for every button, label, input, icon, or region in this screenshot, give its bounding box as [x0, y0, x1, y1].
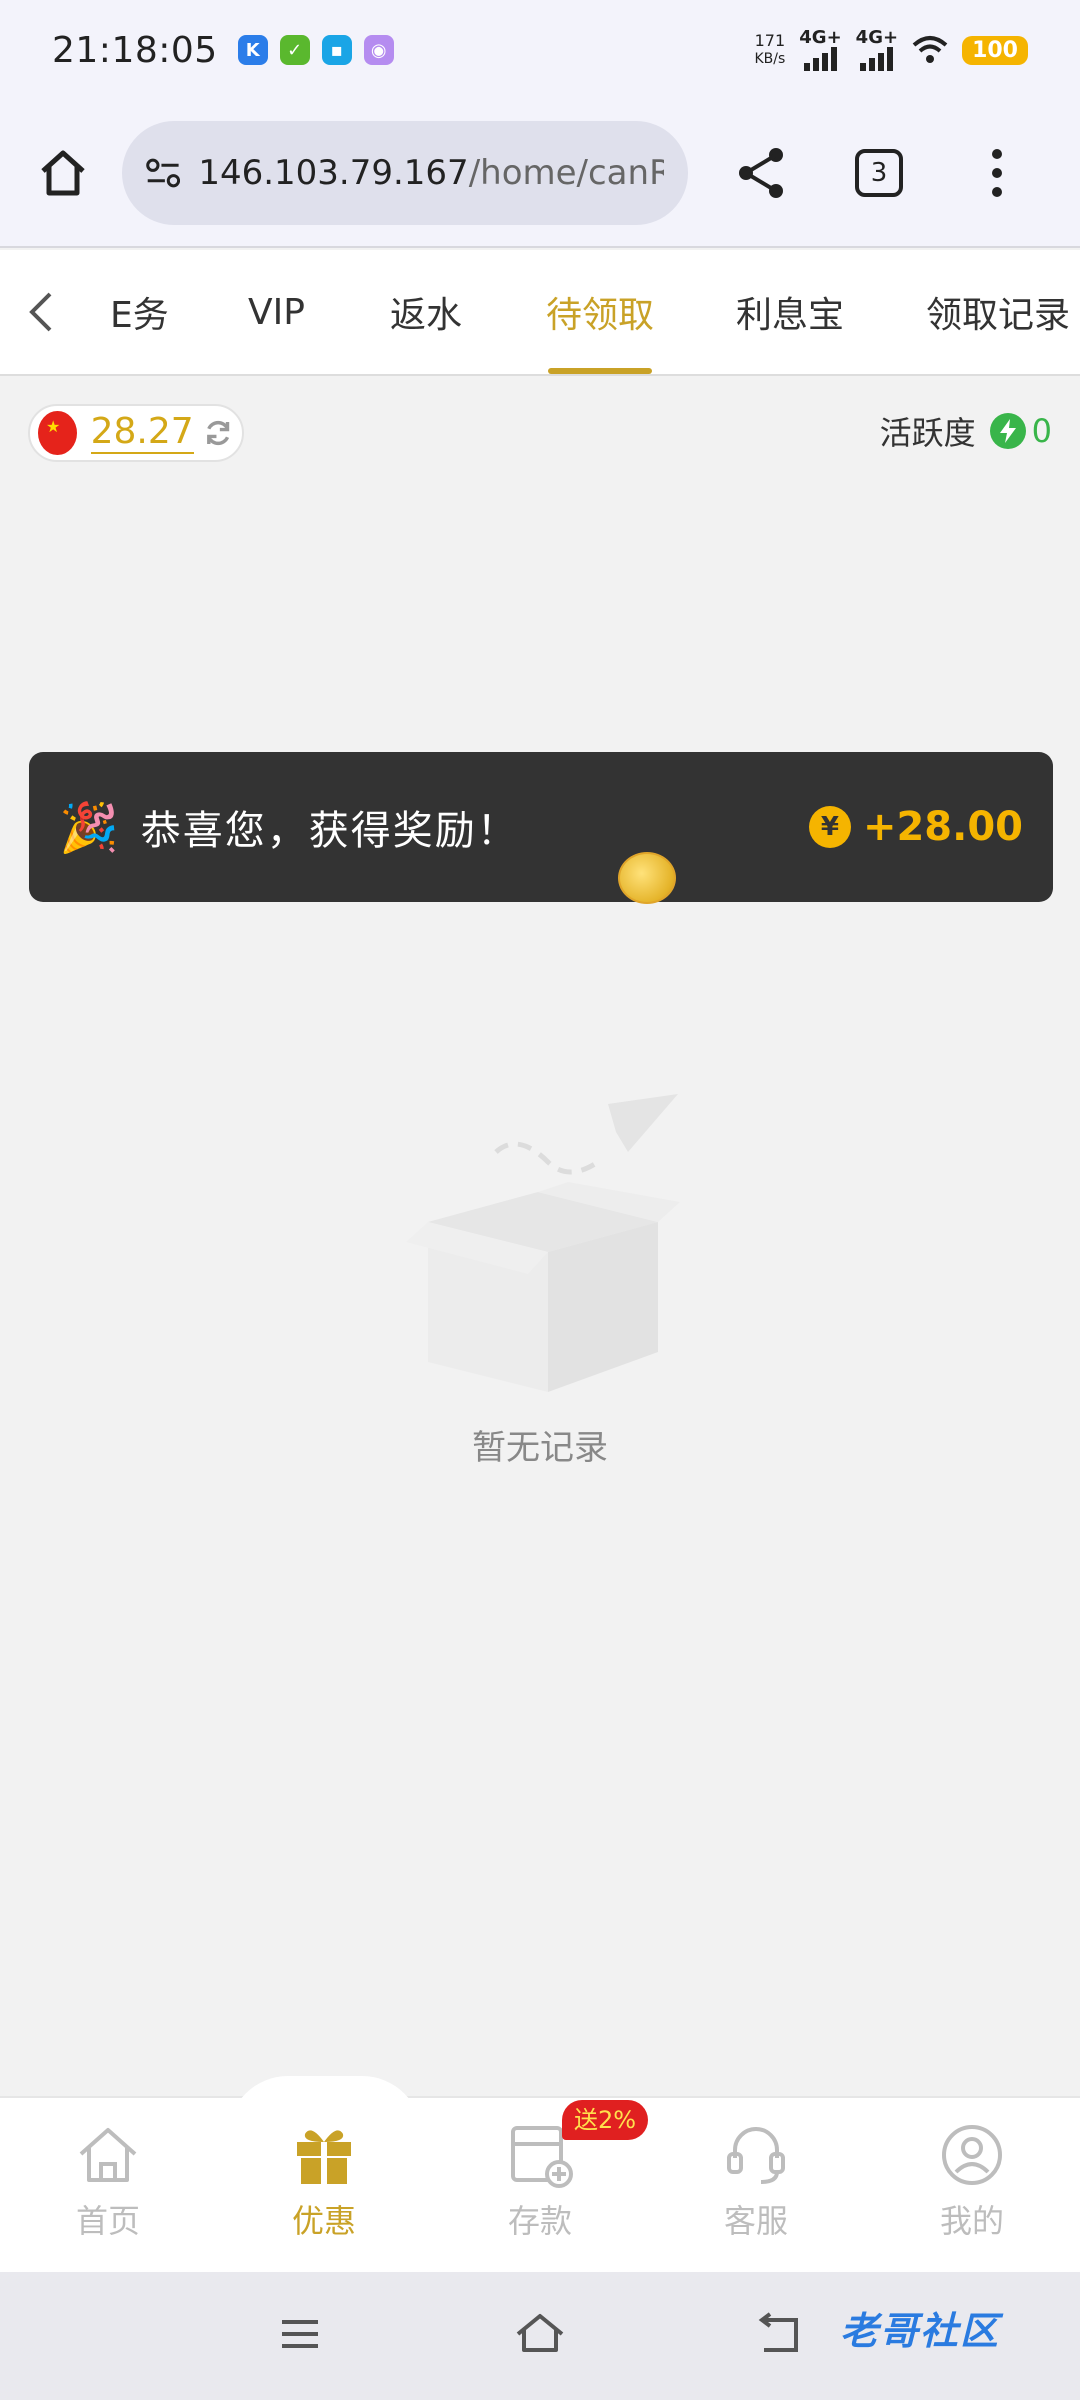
url-host: 146.103.79.167	[198, 153, 469, 193]
gift-icon	[297, 2130, 351, 2184]
tab-rebate[interactable]: 返水	[390, 250, 462, 374]
nav-deposit-label: 存款	[507, 2202, 572, 2240]
menu-icon[interactable]	[270, 2310, 330, 2360]
toast-message: 恭喜您，获得奖励！	[140, 808, 519, 854]
active-tab-indicator	[548, 368, 652, 374]
category-tabs: E务 VIP 返水 待领取 利息宝 领取记录	[0, 250, 1080, 376]
empty-state-text: 暂无记录	[472, 1428, 608, 1468]
activity-value: 0	[1031, 412, 1052, 450]
nav-profile-label: 我的	[939, 2202, 1004, 2240]
share-icon	[739, 148, 783, 198]
nav-home[interactable]: 首页	[38, 2120, 178, 2242]
battery-indicator: 100	[962, 35, 1028, 65]
checklist-app-icon: ✓	[279, 35, 310, 65]
nav-promotions[interactable]: 优惠	[254, 2120, 394, 2242]
net-speed-value: 171	[754, 31, 786, 50]
browser-menu-button[interactable]	[964, 140, 1030, 206]
tab-switcher-button[interactable]: 3	[846, 140, 912, 206]
deposit-promo-badge: 送2%	[562, 2100, 649, 2140]
signal-bars-icon	[803, 47, 837, 71]
share-button[interactable]	[728, 140, 794, 206]
lightning-icon	[989, 413, 1026, 449]
home-icon	[79, 2128, 137, 2182]
balance-amount: 28.27	[90, 411, 194, 454]
balance-pill[interactable]: ★ 28.27	[28, 404, 244, 462]
tab-interest[interactable]: 利息宝	[736, 250, 844, 374]
nav-support[interactable]: 客服	[686, 2120, 826, 2242]
headset-icon	[727, 2127, 785, 2184]
wifi-icon	[912, 36, 948, 63]
tab-vip[interactable]: VIP	[248, 250, 305, 374]
tabs-scroll-left-button[interactable]	[26, 250, 56, 374]
signal-2: 4G+	[856, 29, 898, 71]
home-icon	[41, 150, 85, 196]
signal-bars-icon	[860, 47, 894, 71]
status-app-icons: K ✓ ▪ ◉	[237, 35, 394, 65]
signal-1-label: 4G+	[799, 27, 842, 48]
site-settings-icon[interactable]	[146, 156, 181, 190]
party-popper-icon: 🎉	[59, 799, 119, 856]
nav-support-label: 客服	[723, 2202, 788, 2240]
status-time: 21:18:05	[52, 29, 218, 71]
browser-toolbar: 146.103.79.167/home/canRecei 3	[0, 100, 1080, 248]
chevron-left-icon	[29, 292, 52, 332]
toast-amount: +28.00	[862, 804, 1023, 850]
purple-app-icon: ◉	[363, 35, 394, 65]
address-bar[interactable]: 146.103.79.167/home/canRecei	[122, 121, 688, 225]
signal-1: 4G+	[799, 27, 842, 71]
china-flag-icon: ★	[38, 411, 77, 455]
bottom-navigation: 首页 优惠 存款 客服 我的	[0, 2076, 1080, 2272]
tab-pending-claim[interactable]: 待领取	[546, 250, 654, 374]
nav-promotions-label: 优惠	[291, 2202, 356, 2240]
profile-icon	[942, 2125, 1002, 2185]
gold-coin-icon	[618, 852, 676, 904]
browser-home-button[interactable]	[30, 140, 96, 206]
net-speed-unit: KB/s	[754, 51, 786, 67]
status-bar: 21:18:05 K ✓ ▪ ◉ 171 KB/s 4G+ 4G+ 100	[0, 0, 1080, 100]
tab-claim-history[interactable]: 领取记录	[926, 250, 1070, 374]
tab-count: 3	[855, 149, 903, 197]
url-text[interactable]: 146.103.79.167/home/canRecei	[198, 153, 664, 193]
system-home-icon[interactable]	[510, 2310, 570, 2360]
url-path: /home/canRecei	[468, 153, 664, 193]
back-icon[interactable]	[750, 2310, 810, 2360]
yen-coin-icon: ¥	[808, 806, 851, 848]
nav-home-label: 首页	[75, 2202, 140, 2240]
activity-label: 活跃度	[879, 414, 976, 452]
more-vertical-icon	[992, 149, 1002, 197]
status-indicators: 171 KB/s 4G+ 4G+ 100	[754, 29, 1028, 71]
k-app-icon: K	[237, 35, 268, 65]
nav-profile[interactable]: 我的	[902, 2120, 1042, 2242]
signal-2-label: 4G+	[855, 27, 899, 48]
net-speed: 171 KB/s	[754, 32, 785, 68]
tab-tasks[interactable]: E务	[110, 250, 169, 374]
empty-box-icon	[388, 1092, 692, 1398]
activity-indicator: 活跃度 0	[880, 408, 1052, 454]
toast-reward: ¥ +28.00	[808, 804, 1023, 850]
refresh-icon[interactable]	[202, 414, 234, 452]
reward-toast: 🎉 恭喜您，获得奖励！ ¥ +28.00	[29, 752, 1053, 902]
cloud-app-icon: ▪	[321, 35, 352, 65]
watermark-logo: 老哥社区	[840, 2309, 1001, 2353]
